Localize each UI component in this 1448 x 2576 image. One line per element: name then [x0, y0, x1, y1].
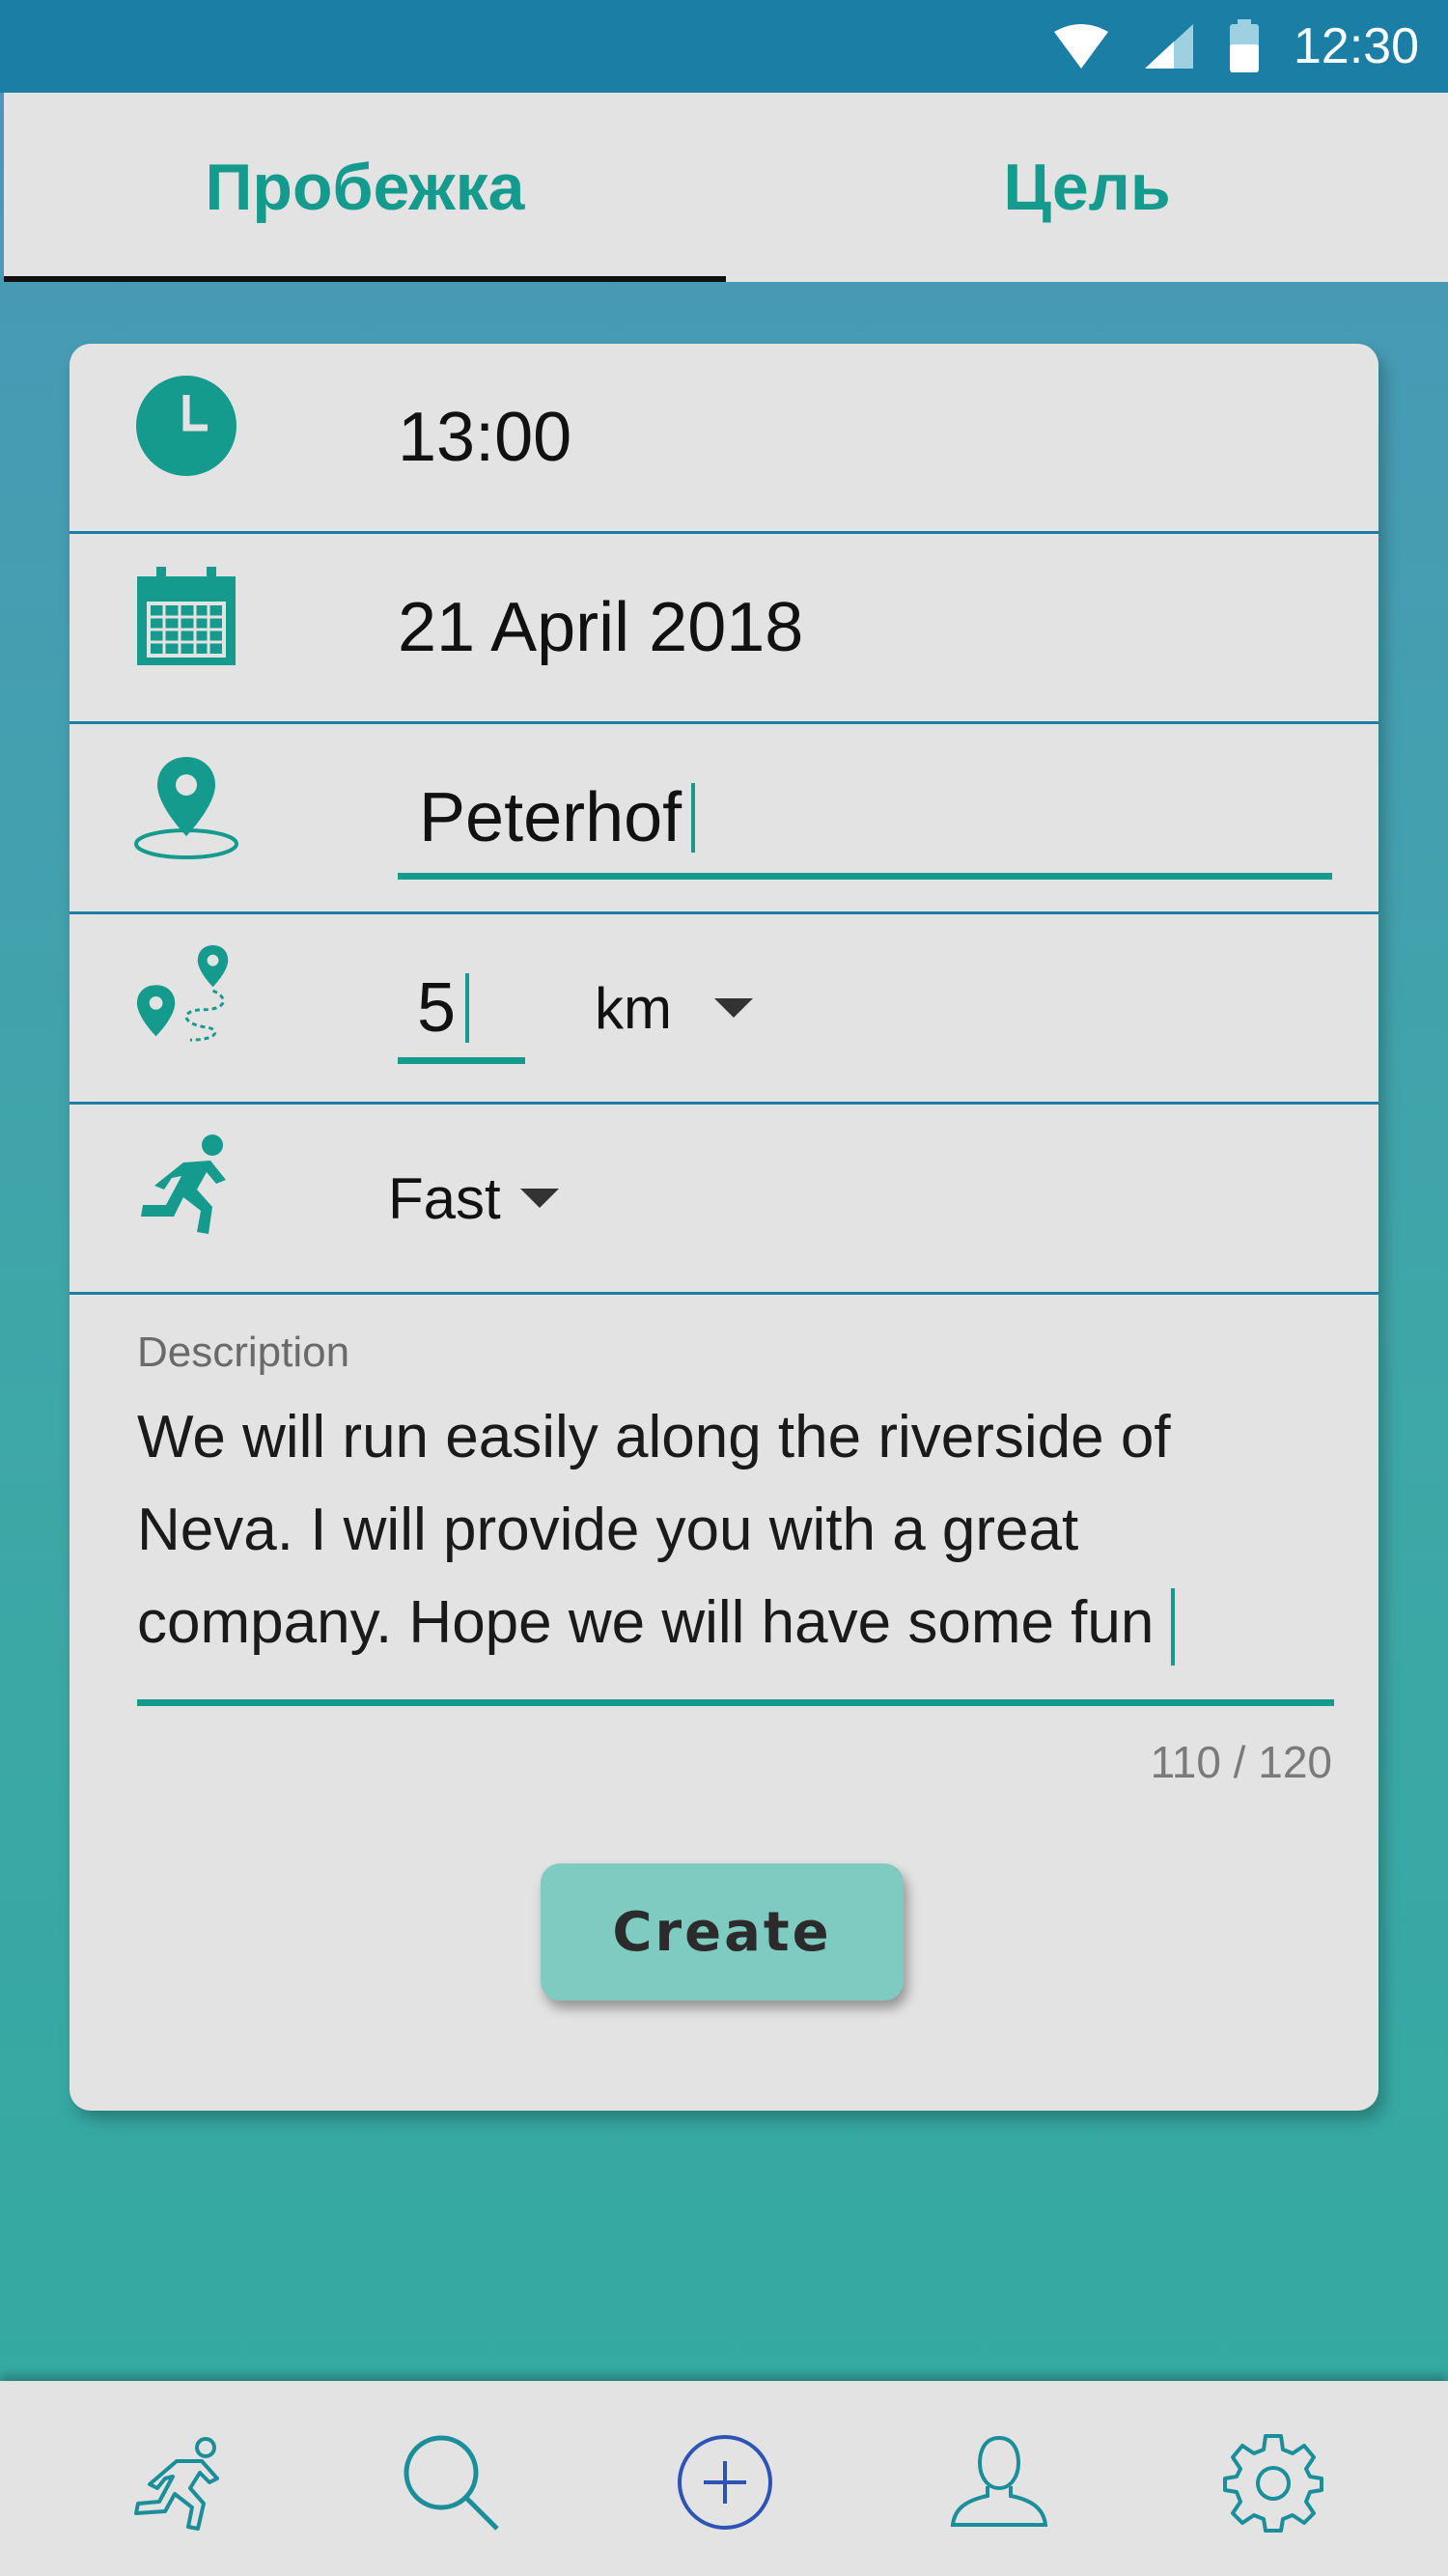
description-value: We will run easily along the riverside o…: [137, 1404, 1171, 1656]
description-input[interactable]: We will run easily along the riverside o…: [137, 1391, 1334, 1669]
chevron-down-icon: [713, 998, 753, 1018]
status-bar: 12:30: [0, 0, 1448, 93]
tab-goal[interactable]: Цель: [726, 93, 1448, 282]
tab-run[interactable]: Пробежка: [4, 93, 726, 282]
profile-icon[interactable]: [946, 2429, 1052, 2535]
status-time: 12:30: [1293, 18, 1419, 74]
chevron-down-icon: [519, 1189, 559, 1208]
signal-icon: [1144, 24, 1193, 69]
distance-row: 5 km: [70, 914, 1378, 1105]
calendar-icon: [133, 563, 239, 669]
pace-dropdown[interactable]: Fast: [388, 1105, 559, 1292]
create-run-card: 13:00 21 April 2018 Peterhof 5 km Fast D…: [70, 344, 1378, 2111]
location-pin-icon: [133, 753, 239, 859]
description-label: Description: [137, 1329, 350, 1376]
description-underline: [137, 1699, 1334, 1706]
search-icon[interactable]: [398, 2429, 504, 2535]
time-value[interactable]: 13:00: [398, 344, 571, 531]
pace-row: Fast: [70, 1105, 1378, 1295]
add-icon[interactable]: [672, 2429, 778, 2535]
battery-icon: [1229, 19, 1259, 72]
settings-icon[interactable]: [1220, 2429, 1326, 2535]
date-row[interactable]: 21 April 2018: [70, 534, 1378, 724]
text-cursor: [691, 783, 696, 853]
unit-value: km: [595, 975, 672, 1041]
location-row: Peterhof: [70, 724, 1378, 914]
location-value: Peterhof: [419, 779, 682, 856]
bottom-nav: [0, 2381, 1448, 2576]
clock-icon: [133, 373, 239, 479]
distance-underline: [398, 1057, 525, 1064]
distance-input[interactable]: 5: [417, 914, 470, 1102]
create-button[interactable]: Create: [541, 1863, 904, 2001]
wifi-icon: [1053, 24, 1108, 69]
pace-value: Fast: [388, 1165, 501, 1231]
route-icon: [133, 943, 239, 1050]
run-icon[interactable]: [125, 2429, 232, 2535]
unit-dropdown[interactable]: km: [595, 914, 753, 1102]
tab-bar: Пробежка Цель: [4, 93, 1448, 282]
distance-value: 5: [417, 969, 457, 1047]
location-input[interactable]: Peterhof: [419, 724, 696, 911]
text-cursor: [1171, 1587, 1176, 1666]
text-cursor: [465, 973, 470, 1043]
time-row[interactable]: 13:00: [70, 344, 1378, 534]
location-underline: [398, 873, 1332, 880]
date-value[interactable]: 21 April 2018: [398, 534, 803, 721]
char-counter: 110 / 120: [1150, 1737, 1332, 1787]
runner-icon: [133, 1134, 239, 1240]
